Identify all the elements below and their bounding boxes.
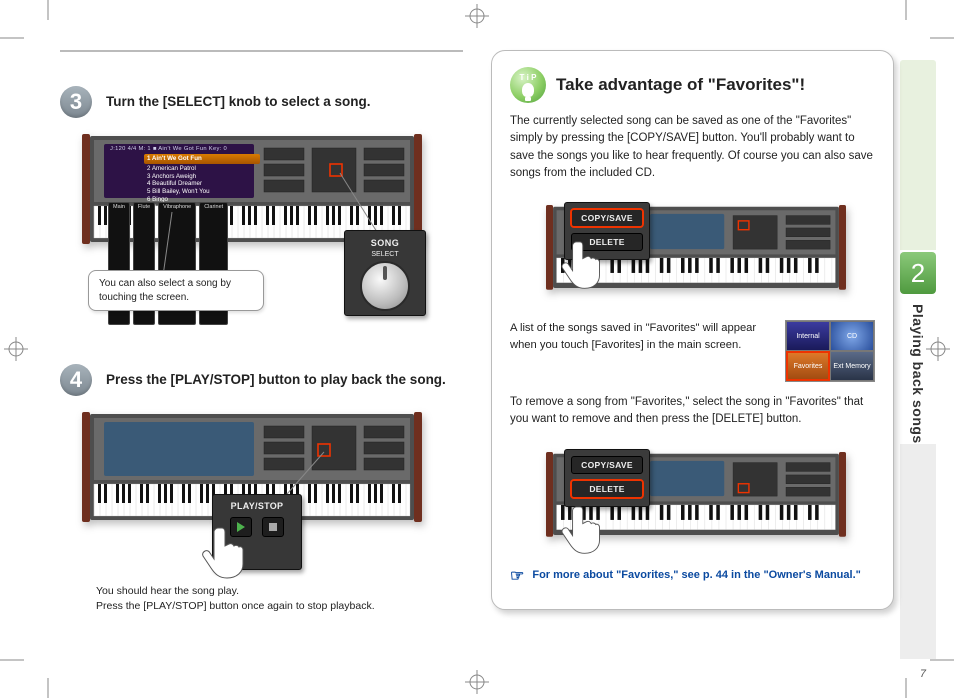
page-number: 7 [920,668,926,680]
chapter-band-bottom [900,444,936,659]
cross-reference-text: For more about "Favorites," see p. 44 in… [532,569,861,581]
select-knob-panel: SONG SELECT [344,230,426,316]
touch-screen-callout: You can also select a song by touching t… [88,270,264,311]
select-knob-icon [360,261,410,311]
hand-pointer-icon [552,505,608,555]
chapter-tab: 2 Playing back songs [900,252,936,444]
keyboard-illustration-step3: J:120 4/4 M: 1 ■ Ain't We Got Fun Key: 0… [82,128,422,328]
chapter-number-chip: 2 [900,252,936,294]
tip-paragraph-3: To remove a song from "Favorites," selec… [510,394,875,429]
panel-title-song: SONG [350,238,420,248]
fav-cell-internal: Internal [786,321,830,351]
fav-cell-cd: CD [830,321,874,351]
copy-save-button: COPY/SAVE [571,209,643,227]
delete-button: DELETE [571,480,643,498]
right-column: T i P Take advantage of "Favorites"! The… [491,50,894,658]
left-column: 3 Turn the [SELECT] knob to select a son… [60,50,463,658]
pointing-hand-icon: ☞ [510,569,524,585]
tip-paragraph-1: The currently selected song can be saved… [510,113,875,182]
tip-paragraph-2: A list of the songs saved in "Favorites"… [510,320,771,354]
step-3-title: Turn the [SELECT] knob to select a song. [106,93,371,111]
play-stop-label: PLAY/STOP [219,501,295,511]
step-3-number: 3 [60,86,92,118]
keyboard-illustration-step4: PLAY/STOP [82,406,422,576]
step-4-number: 4 [60,364,92,396]
tip-icon: T i P [510,67,546,103]
lightbulb-icon [522,83,534,97]
cross-reference: ☞ For more about "Favorites," see p. 44 … [510,569,875,585]
step4-note-2: Press the [PLAY/STOP] button once again … [96,599,463,614]
stop-icon [262,517,284,537]
copy-save-panel-2: COPY/SAVE DELETE [564,449,650,507]
panel-sub-select: SELECT [350,251,420,258]
step4-note-1: You should hear the song play. [96,584,463,599]
tip-box: T i P Take advantage of "Favorites"! The… [491,50,894,610]
fav-cell-extmemory: Ext Memory [830,351,874,381]
tip-title: Take advantage of "Favorites"! [556,75,805,95]
tip-keyboard-copysave: COPY/SAVE DELETE [526,192,875,310]
hand-pointer-icon [552,240,608,290]
step-4-header: 4 Press the [PLAY/STOP] button to play b… [60,364,463,396]
fav-cell-favorites: Favorites [786,351,830,381]
tip-keyboard-delete: COPY/SAVE DELETE [526,439,875,557]
favorites-thumbnail-grid: Internal CD Favorites Ext Memory [785,320,875,382]
chapter-band-top [900,60,936,250]
chapter-title: Playing back songs [910,304,926,444]
step-4-title: Press the [PLAY/STOP] button to play bac… [106,371,446,389]
hand-pointer-icon [192,526,248,576]
step-3-header: 3 Turn the [SELECT] knob to select a son… [60,86,463,118]
divider-rule [60,50,463,52]
copy-save-button: COPY/SAVE [571,456,643,474]
tip-badge-text: T i P [520,74,537,82]
